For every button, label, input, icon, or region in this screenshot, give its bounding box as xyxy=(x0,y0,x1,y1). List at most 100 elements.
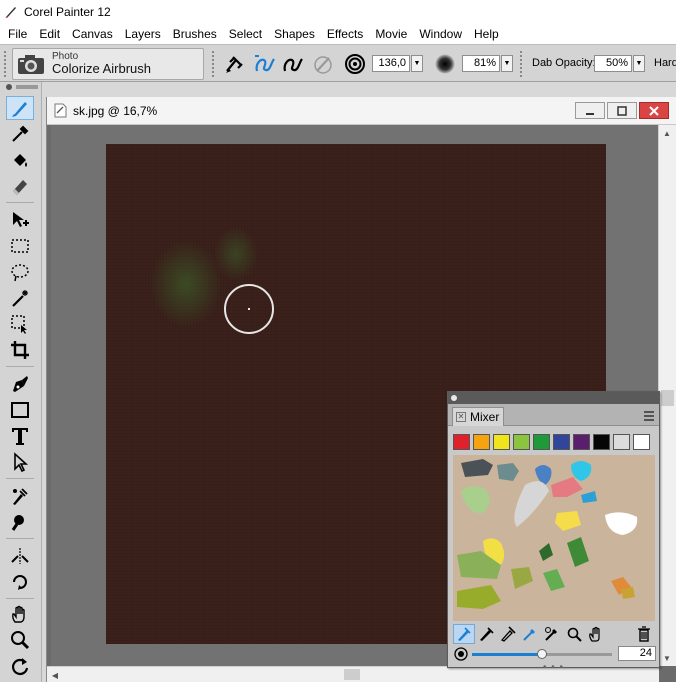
menu-brushes[interactable]: Brushes xyxy=(167,27,223,41)
toolbar-grip[interactable] xyxy=(212,51,216,77)
toolbar-grip-2[interactable] xyxy=(520,51,524,77)
mixer-sample-multiple-icon[interactable] xyxy=(541,624,563,644)
text-tool-icon[interactable] xyxy=(6,424,34,448)
vertical-scroll-thumb[interactable] xyxy=(661,390,674,406)
rectangular-selection-tool-icon[interactable] xyxy=(6,234,34,258)
size-field[interactable]: 136,0 xyxy=(372,55,410,72)
close-button[interactable] xyxy=(639,102,669,119)
color-swatch[interactable] xyxy=(613,434,630,450)
property-bar-grip[interactable] xyxy=(4,51,8,77)
menu-canvas[interactable]: Canvas xyxy=(66,27,119,41)
color-swatch[interactable] xyxy=(533,434,550,450)
minimize-button[interactable] xyxy=(575,102,605,119)
color-swatch[interactable] xyxy=(593,434,610,450)
grabber-hand-tool-icon[interactable] xyxy=(6,602,34,626)
mixer-pick-multiple-icon[interactable] xyxy=(497,624,519,644)
mixer-panel-titlebar[interactable] xyxy=(448,392,659,404)
mixer-zoom-icon[interactable] xyxy=(563,624,585,644)
paint-blob xyxy=(539,543,553,561)
mirror-painting-tool-icon[interactable] xyxy=(6,544,34,568)
paint-blob xyxy=(543,569,565,591)
menu-movie[interactable]: Movie xyxy=(369,27,413,41)
mixer-pan-icon[interactable] xyxy=(585,624,607,644)
menu-edit[interactable]: Edit xyxy=(33,27,66,41)
horizontal-scrollbar[interactable]: ◀ xyxy=(47,666,659,682)
color-swatch[interactable] xyxy=(553,434,570,450)
rubber-stamp-tool-icon[interactable] xyxy=(6,510,34,534)
camera-icon xyxy=(18,55,44,74)
lasso-tool-icon[interactable] xyxy=(6,260,34,284)
cloner-tool-icon[interactable] xyxy=(6,484,34,508)
dropper-tool-icon[interactable] xyxy=(6,122,34,146)
kaleidoscope-tool-icon[interactable] xyxy=(6,570,34,594)
selection-adjuster-tool-icon[interactable] xyxy=(6,312,34,336)
brush-ghost-icon[interactable] xyxy=(310,53,336,75)
shape-selection-tool-icon[interactable] xyxy=(6,450,34,474)
magnifier-tool-icon[interactable] xyxy=(6,628,34,652)
dab-opacity-dropdown[interactable]: ▼ xyxy=(633,55,645,72)
dab-opacity-field[interactable]: 50% xyxy=(594,55,632,72)
scroll-down-arrow[interactable]: ▼ xyxy=(659,650,675,666)
color-swatch[interactable] xyxy=(513,434,530,450)
brush-tool-icon[interactable] xyxy=(6,96,34,120)
brush-variant: Colorize Airbrush xyxy=(52,61,151,77)
color-swatch[interactable] xyxy=(573,434,590,450)
layer-adjuster-tool-icon[interactable] xyxy=(6,208,34,232)
horizontal-scroll-thumb[interactable] xyxy=(344,669,360,680)
brush-selector[interactable]: Photo Colorize Airbrush xyxy=(12,48,204,80)
color-swatch[interactable] xyxy=(473,434,490,450)
mixer-pad[interactable] xyxy=(453,455,655,621)
crop-tool-icon[interactable] xyxy=(6,338,34,362)
menu-shapes[interactable]: Shapes xyxy=(268,27,321,41)
menu-effects[interactable]: Effects xyxy=(321,27,369,41)
mixer-dropper-icon[interactable] xyxy=(519,624,541,644)
eraser-tool-icon[interactable] xyxy=(6,174,34,198)
paint-bucket-tool-icon[interactable] xyxy=(6,148,34,172)
brush-size-slider-thumb[interactable] xyxy=(537,649,547,659)
paint-blob xyxy=(511,567,533,589)
opacity-icon xyxy=(432,53,458,75)
brush-size-slider-fill xyxy=(472,653,542,656)
color-swatch[interactable] xyxy=(493,434,510,450)
toolbox-separator xyxy=(6,366,34,367)
menu-select[interactable]: Select xyxy=(223,27,268,41)
mixer-resize-grip[interactable]: • • • xyxy=(543,662,564,673)
restore-button[interactable] xyxy=(607,102,637,119)
document-icon xyxy=(54,103,67,118)
opacity-dropdown[interactable]: ▼ xyxy=(501,55,513,72)
menu-help[interactable]: Help xyxy=(468,27,505,41)
opacity-field[interactable]: 81% xyxy=(462,55,500,72)
mixer-mix-color-icon[interactable] xyxy=(475,624,497,644)
straight-line-stroke-icon[interactable] xyxy=(280,53,306,75)
toolbox-separator xyxy=(6,598,34,599)
panel-close-dot[interactable] xyxy=(451,395,457,401)
pen-tool-icon[interactable] xyxy=(6,372,34,396)
scroll-left-arrow[interactable]: ◀ xyxy=(47,667,63,682)
color-swatch[interactable] xyxy=(633,434,650,450)
freehand-stroke-icon[interactable] xyxy=(252,53,278,75)
menu-window[interactable]: Window xyxy=(413,27,468,41)
scroll-up-arrow[interactable]: ▲ xyxy=(659,125,675,141)
menu-file[interactable]: File xyxy=(2,27,33,41)
magic-wand-tool-icon[interactable] xyxy=(6,286,34,310)
mixer-apply-color-icon[interactable] xyxy=(453,624,475,644)
brush-size-field[interactable]: 24 xyxy=(618,646,656,661)
rotate-page-tool-icon[interactable] xyxy=(6,654,34,678)
mixer-clear-trash-icon[interactable] xyxy=(633,624,655,644)
document-title-bar[interactable]: sk.jpg @ 16,7% xyxy=(47,97,676,125)
tab-close-icon[interactable]: ✕ xyxy=(456,412,466,422)
brush-size-slider-track[interactable] xyxy=(542,653,612,656)
vertical-scrollbar[interactable]: ▲ ▼ xyxy=(658,125,676,666)
title-bar: Corel Painter 12 xyxy=(0,0,676,24)
reset-tool-icon[interactable] xyxy=(222,53,248,75)
mixer-tab[interactable]: ✕ Mixer xyxy=(452,407,504,426)
size-dropdown[interactable]: ▼ xyxy=(411,55,423,72)
toolbox-separator xyxy=(6,202,34,203)
menu-layers[interactable]: Layers xyxy=(119,27,167,41)
minimize-icon xyxy=(586,112,594,115)
rectangle-shape-tool-icon[interactable] xyxy=(6,398,34,422)
toolbox-grip[interactable] xyxy=(6,84,12,90)
color-swatch[interactable] xyxy=(453,434,470,450)
hardness-label: Hard xyxy=(654,57,676,69)
panel-menu-icon[interactable] xyxy=(643,410,655,422)
